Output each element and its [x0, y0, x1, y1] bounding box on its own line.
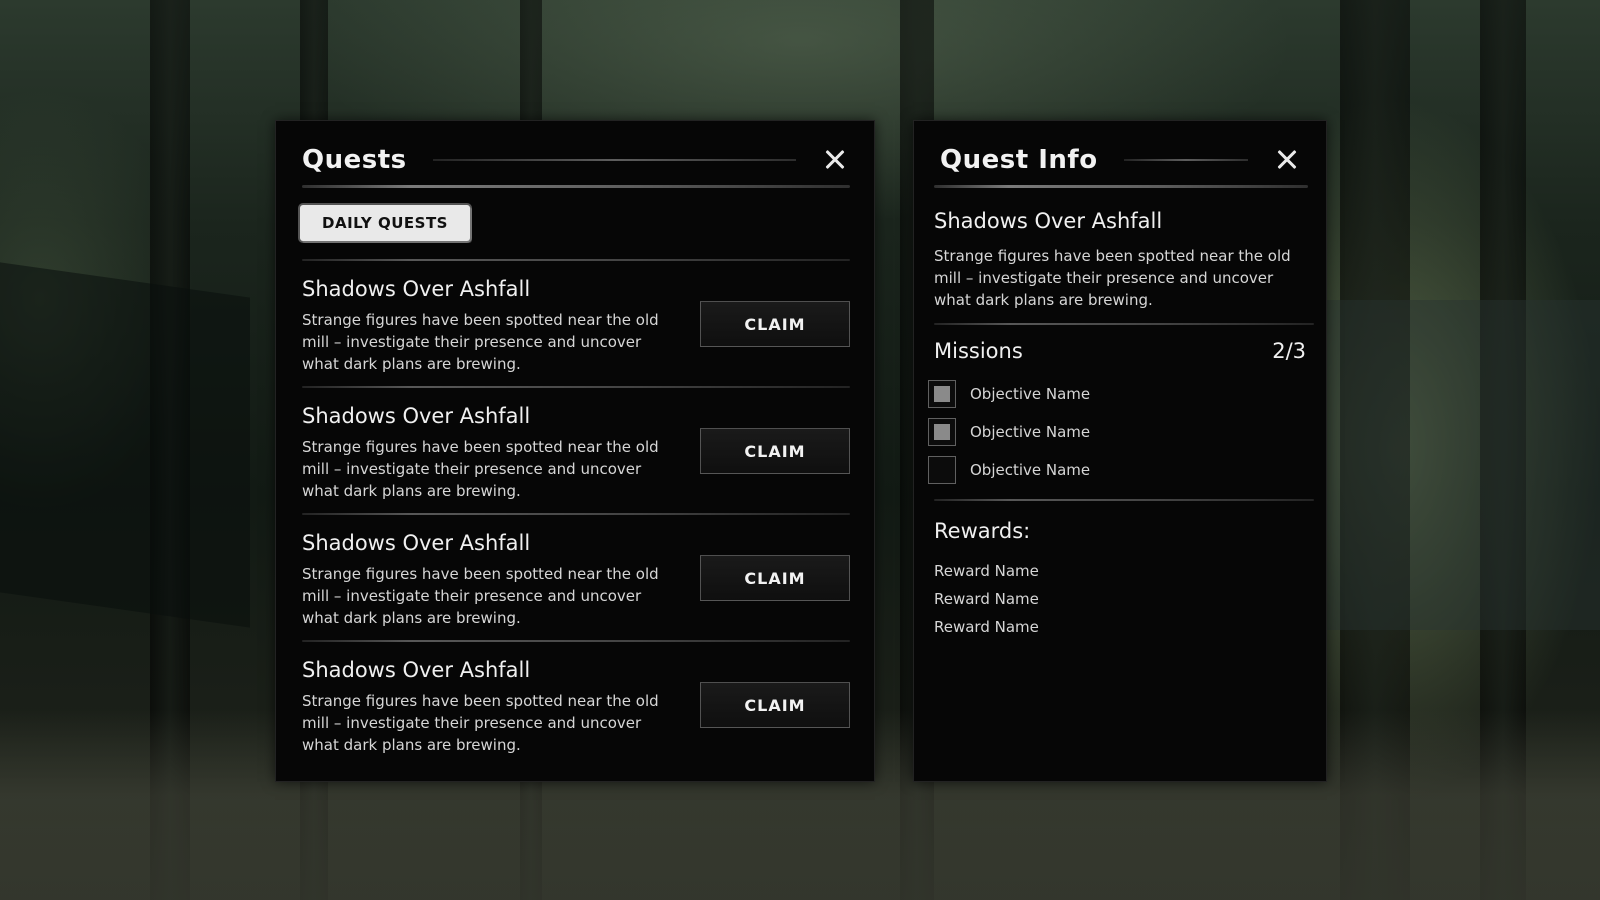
quest-description: Strange figures have been spotted near t…	[302, 311, 659, 373]
list-item: Shadows Over Ashfall Strange figures hav…	[302, 259, 850, 386]
item-divider	[302, 513, 850, 515]
list-item: Shadows Over Ashfall Strange figures hav…	[302, 513, 850, 640]
tab-daily-quests[interactable]: DAILY QUESTS	[300, 205, 470, 241]
objective-item[interactable]: Objective Name	[928, 375, 1308, 413]
list-item: Shadows Over Ashfall Strange figures hav…	[302, 386, 850, 513]
reward-item: Reward Name	[934, 618, 1039, 636]
info-quest-name: Shadows Over Ashfall	[934, 209, 1163, 233]
header-divider	[302, 185, 850, 188]
claim-button[interactable]: CLAIM	[700, 682, 850, 728]
quests-header: Quests	[302, 135, 848, 185]
objective-item[interactable]: Objective Name	[928, 413, 1308, 451]
objective-list: Objective Name Objective Name Objective …	[928, 375, 1308, 489]
objective-label: Objective Name	[970, 385, 1091, 403]
quest-name: Shadows Over Ashfall	[302, 277, 531, 301]
missions-count: 2/3	[1272, 339, 1306, 363]
quest-info-panel: Quest Info Shadows Over Ashfall Strange …	[913, 120, 1327, 782]
missions-title: Missions	[934, 339, 1023, 363]
item-divider	[302, 386, 850, 388]
quest-description: Strange figures have been spotted near t…	[302, 692, 659, 754]
checkbox-checked[interactable]	[928, 418, 956, 446]
section-divider	[934, 323, 1314, 325]
quests-title: Quests	[302, 145, 407, 175]
checkbox-unchecked[interactable]	[928, 456, 956, 484]
quest-name: Shadows Over Ashfall	[302, 404, 531, 428]
quest-list: Shadows Over Ashfall Strange figures hav…	[302, 259, 850, 767]
quest-name: Shadows Over Ashfall	[302, 531, 531, 555]
reward-list: Reward Name Reward Name Reward Name	[934, 557, 1039, 641]
reward-item: Reward Name	[934, 590, 1039, 608]
rewards-title: Rewards:	[934, 519, 1031, 543]
quest-description: Strange figures have been spotted near t…	[302, 438, 659, 500]
info-quest-description: Strange figures have been spotted near t…	[934, 247, 1291, 309]
quests-panel: Quests DAILY QUESTS Shadows Over Ashfall…	[275, 120, 875, 782]
section-divider	[934, 499, 1314, 501]
header-divider	[432, 159, 796, 161]
list-item: Shadows Over Ashfall Strange figures hav…	[302, 640, 850, 767]
claim-button[interactable]: CLAIM	[700, 301, 850, 347]
claim-button[interactable]: CLAIM	[700, 555, 850, 601]
claim-button[interactable]: CLAIM	[700, 428, 850, 474]
quest-name: Shadows Over Ashfall	[302, 658, 531, 682]
objective-label: Objective Name	[970, 461, 1091, 479]
close-icon[interactable]	[822, 147, 848, 173]
item-divider	[302, 640, 850, 642]
checkbox-checked[interactable]	[928, 380, 956, 408]
objective-item[interactable]: Objective Name	[928, 451, 1308, 489]
quest-info-body: Shadows Over Ashfall Strange figures hav…	[914, 121, 1326, 781]
item-divider	[302, 259, 850, 261]
reward-item: Reward Name	[934, 562, 1039, 580]
quest-description: Strange figures have been spotted near t…	[302, 565, 659, 627]
objective-label: Objective Name	[970, 423, 1091, 441]
